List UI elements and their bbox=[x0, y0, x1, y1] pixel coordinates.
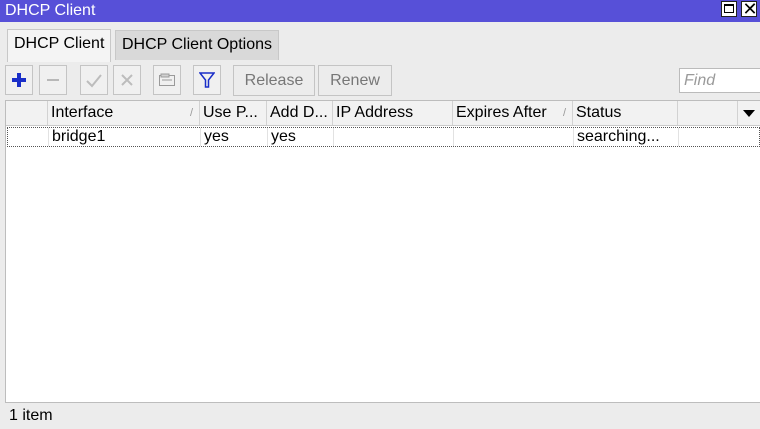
disable-button[interactable] bbox=[113, 65, 141, 95]
comment-button[interactable] bbox=[153, 65, 181, 95]
column-header-interface[interactable]: Interface / bbox=[48, 101, 200, 125]
tab-dhcp-client[interactable]: DHCP Client bbox=[7, 29, 112, 62]
status-cell: searching... bbox=[574, 128, 679, 146]
column-header-expires-after[interactable]: Expires After / bbox=[453, 101, 573, 125]
interface-cell: bridge1 bbox=[49, 128, 201, 146]
window-title: DHCP Client bbox=[5, 2, 96, 19]
find-input[interactable] bbox=[679, 68, 760, 93]
close-icon: ✕ bbox=[742, 0, 758, 19]
minus-icon bbox=[47, 79, 59, 81]
dhcp-client-window: DHCP Client ✕ DHCP Client DHCP Client Op… bbox=[0, 0, 760, 428]
table-header: Interface / Use P... Add D... IP Address… bbox=[6, 101, 760, 126]
column-header-add-default[interactable]: Add D... bbox=[267, 101, 333, 125]
comment-icon bbox=[159, 73, 175, 86]
column-header-flags[interactable] bbox=[6, 101, 48, 125]
sort-icon: / bbox=[189, 107, 193, 119]
release-button[interactable]: Release bbox=[233, 65, 315, 96]
maximize-button[interactable] bbox=[721, 1, 737, 17]
check-icon bbox=[86, 74, 102, 88]
tab-dhcp-client-options[interactable]: DHCP Client Options bbox=[115, 30, 279, 60]
close-button[interactable]: ✕ bbox=[741, 0, 758, 19]
title-bar[interactable]: DHCP Client ✕ bbox=[0, 0, 760, 22]
add-default-cell: yes bbox=[268, 128, 334, 146]
table-row[interactable]: bridge1 yes yes searching... bbox=[7, 127, 760, 147]
renew-button[interactable]: Renew bbox=[318, 65, 392, 96]
toolbar: Release Renew bbox=[0, 62, 760, 100]
column-header-use-peer[interactable]: Use P... bbox=[200, 101, 267, 125]
add-button[interactable] bbox=[5, 65, 33, 95]
status-bar: 1 item bbox=[5, 402, 760, 428]
column-header-spacer bbox=[678, 101, 738, 125]
dhcp-client-table: Interface / Use P... Add D... IP Address… bbox=[5, 100, 760, 402]
column-header-ip-address[interactable]: IP Address bbox=[333, 101, 453, 125]
x-icon bbox=[121, 74, 133, 86]
filter-button[interactable] bbox=[193, 65, 221, 95]
expires-after-cell bbox=[454, 128, 574, 146]
enable-button[interactable] bbox=[80, 65, 108, 95]
column-header-status[interactable]: Status bbox=[573, 101, 678, 125]
use-peer-cell: yes bbox=[201, 128, 268, 146]
sort-icon: / bbox=[562, 107, 566, 119]
column-menu-arrow-icon[interactable] bbox=[743, 110, 755, 117]
filter-icon bbox=[199, 72, 215, 88]
tab-bar: DHCP Client DHCP Client Options bbox=[0, 22, 760, 62]
row-flags-cell bbox=[8, 128, 49, 146]
plus-icon bbox=[12, 73, 26, 87]
ip-address-cell bbox=[334, 128, 454, 146]
remove-button[interactable] bbox=[39, 65, 67, 95]
